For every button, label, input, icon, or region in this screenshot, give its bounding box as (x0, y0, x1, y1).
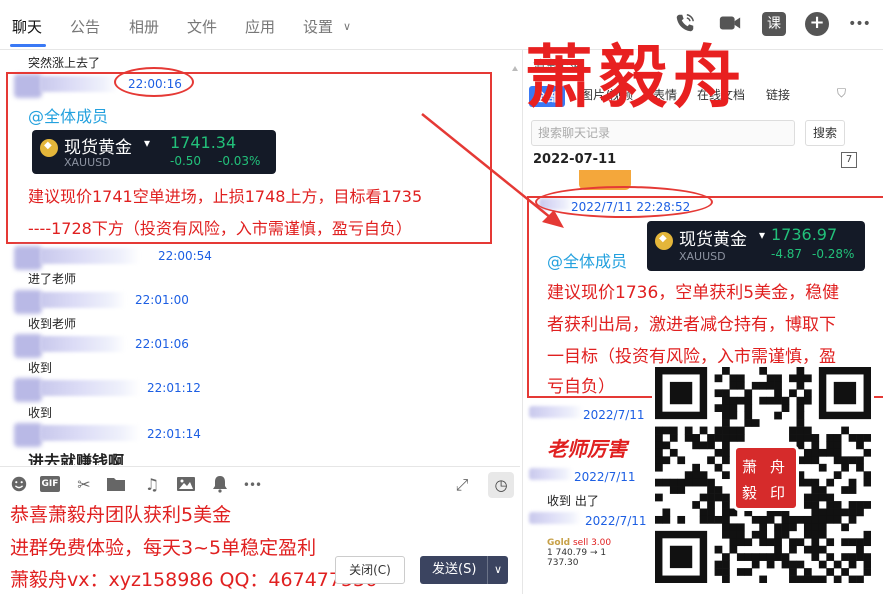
message-time: 22:01:00 (135, 293, 189, 307)
history-search-button[interactable]: 搜索 (805, 120, 845, 146)
annotation-arrow (421, 113, 564, 228)
course-icon[interactable]: 课 (762, 12, 786, 36)
message-text: 进了老师 (28, 272, 77, 286)
scissors-icon[interactable]: ✂ (74, 475, 94, 495)
message-time: 2022/7/11 (574, 470, 636, 484)
gif-icon[interactable]: GIF (40, 476, 60, 492)
message-time: 22:01:06 (135, 337, 189, 351)
trade-symbol: Gold (547, 538, 571, 548)
gold-quote-card[interactable]: 现货黄金 ▾ XAUUSD 1741.34 -0.50 -0.03% (32, 130, 276, 174)
history-clock-icon[interactable]: ◷ (488, 472, 514, 498)
message-text: 突然涨上去了 (28, 56, 101, 70)
trade-screenshot[interactable]: Gold sell 3.00 1 740.79 → 1 737.30 (547, 538, 637, 568)
signal-text-line2: ----1728下方（投资有风险，入市需谨慎，盈亏自负） (28, 219, 412, 238)
more-icon[interactable]: ••• (847, 12, 871, 36)
sender-name (40, 336, 126, 352)
sender-name (529, 468, 573, 480)
quote-name: 现货黄金 (64, 138, 132, 158)
seal-char: 萧 (742, 458, 758, 476)
filter-icon[interactable]: ⛉ (837, 86, 846, 101)
input-toolbar: GIF ✂ ♫ ••• ⤢ ◷ (0, 466, 520, 500)
trade-prices: 1 740.79 → 1 737.30 (547, 548, 607, 568)
message-time: 2022/7/11 (583, 408, 645, 422)
more-icon[interactable]: ••• (242, 475, 262, 495)
promo-line: 进群免费体验，每天3~5单稳定盈利 (10, 537, 317, 559)
gold-quote-card[interactable]: 现货黄金 ▾ XAUUSD 1736.97 -4.87 -0.28% (647, 221, 865, 271)
chevron-down-icon[interactable]: ∨ (486, 556, 502, 584)
mention-all[interactable]: @全体成员 (547, 248, 627, 272)
top-nav: 聊天 公告 相册 文件 应用 设置 ∨ 课 + ••• (0, 0, 883, 50)
tab-chat[interactable]: 聊天 (12, 16, 42, 37)
quote-symbol: XAUUSD (64, 156, 111, 169)
send-button[interactable]: 发送(S) ∨ (420, 556, 508, 584)
bell-icon[interactable] (210, 475, 230, 495)
quote-change: -0.50 (170, 154, 202, 168)
tab-apps[interactable]: 应用 (245, 16, 275, 37)
quote-change: -4.87 (771, 247, 803, 261)
message-text: 收到 (28, 406, 53, 420)
message-time: 22:00:54 (158, 249, 212, 263)
signal-text-line1: 建议现价1741空单进场，止损1748上方，目标看1735 (28, 187, 423, 206)
caret-down-icon: ▾ (759, 228, 766, 242)
gold-coin-icon (655, 232, 673, 250)
message-text: 收到 出了 (547, 494, 599, 508)
sender-name (529, 406, 583, 418)
message-time: 22:01:14 (147, 427, 201, 441)
expand-icon[interactable]: ⤢ (452, 475, 472, 495)
avatar (14, 334, 42, 358)
gold-coin-icon (40, 139, 58, 157)
quote-price: 1736.97 (771, 225, 838, 244)
tab-album[interactable]: 相册 (129, 16, 159, 37)
active-tab-indicator (10, 44, 46, 47)
seal-char: 印 (770, 484, 786, 502)
sender-name (40, 292, 126, 308)
music-icon[interactable]: ♫ (142, 475, 162, 495)
emoji-icon[interactable] (9, 475, 29, 495)
tab-announcement[interactable]: 公告 (70, 16, 100, 37)
mention-all[interactable]: @全体成员 (28, 103, 108, 127)
tab-settings[interactable]: 设置 (303, 16, 333, 37)
promo-line: 恭喜萧毅舟团队获利5美金 (10, 504, 232, 526)
signal-text-line: 建议现价1736，空单获利5美金，稳健 (547, 283, 840, 303)
promo-line: 萧毅舟vx：xyz158986 QQ：467477536 (10, 569, 378, 591)
avatar (14, 290, 42, 314)
caret-down-icon: ▾ (144, 136, 151, 150)
quote-change-pct: -0.03% (218, 154, 261, 168)
qr-code[interactable]: 萧 舟 毅 印 (652, 364, 874, 586)
seal-char: 毅 (742, 484, 758, 502)
folder-icon[interactable] (106, 475, 126, 495)
seal-logo: 萧 舟 毅 印 (733, 445, 799, 511)
quote-price: 1741.34 (170, 133, 237, 152)
avatar (14, 423, 42, 447)
quote-change-pct: -0.28% (812, 247, 855, 261)
message-text: 收到老师 (28, 317, 77, 331)
history-search-input[interactable]: 搜索聊天记录 (531, 120, 795, 146)
message-time: 22:01:12 (147, 381, 201, 395)
message-text: 进去就赚钱啊 (28, 452, 125, 465)
signal-text-line: 亏自负） (547, 377, 615, 397)
seal-char: 舟 (770, 458, 786, 476)
message-text-highlight: 老师厉害 (547, 437, 627, 461)
avatar (14, 378, 42, 402)
signal-text-line: 者获利出局，激进者减仓持有，博取下 (547, 315, 836, 335)
image-icon[interactable] (176, 475, 196, 495)
close-button[interactable]: 关闭(C) (335, 556, 405, 584)
add-icon[interactable]: + (805, 12, 829, 36)
avatar (14, 246, 42, 270)
message-time: 2022/7/11 (585, 514, 647, 528)
quote-name: 现货黄金 (679, 230, 747, 250)
filter-links[interactable]: 链接 (766, 86, 790, 103)
tab-files[interactable]: 文件 (187, 16, 217, 37)
quote-symbol: XAUUSD (679, 250, 726, 263)
watermark-text: 萧毅舟 (525, 38, 748, 118)
send-button-label: 发送(S) (432, 562, 477, 577)
sender-name (529, 512, 581, 524)
calendar-icon[interactable]: 7 (841, 152, 857, 168)
sender-name (40, 380, 140, 396)
trade-action: sell 3.00 (572, 538, 612, 548)
chevron-down-icon[interactable]: ∨ (343, 20, 351, 33)
sender-name (40, 425, 140, 441)
message-text: 收到 (28, 361, 53, 375)
sender-name (40, 248, 140, 264)
